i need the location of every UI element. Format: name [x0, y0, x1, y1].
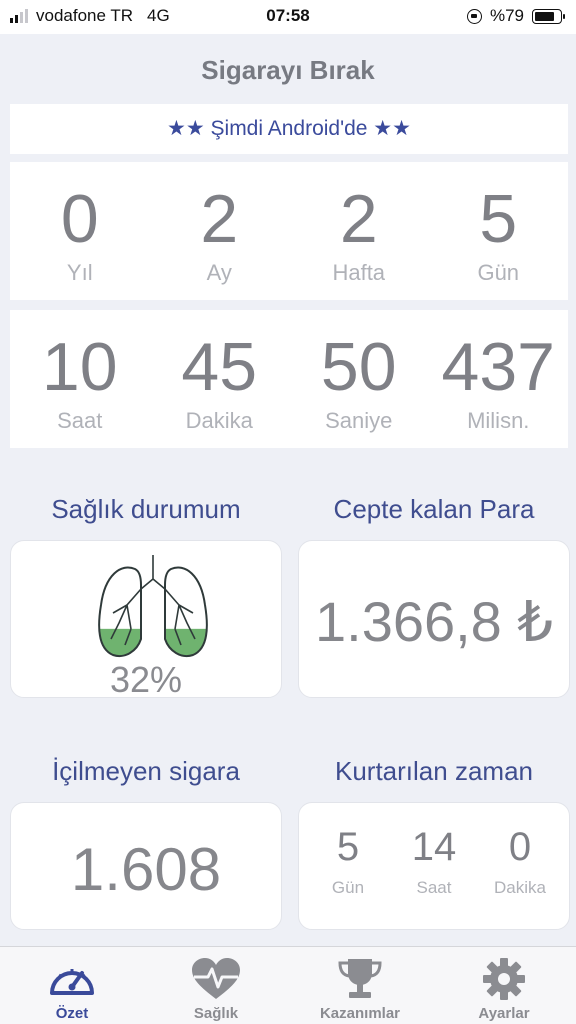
battery-percent: %79: [489, 6, 524, 25]
saved-label: Dakika: [494, 878, 546, 897]
elapsed-minutes: 45 Dakika: [150, 310, 290, 448]
tab-achievements[interactable]: Kazanımlar: [288, 947, 432, 1024]
elapsed-value: 45: [181, 329, 258, 405]
elapsed-value: 437: [441, 329, 555, 405]
elapsed-value: 2: [200, 181, 239, 257]
elapsed-label: Milisn.: [467, 408, 530, 433]
tab-bar: Özet Sağlık Kazanımlar Ayarlar: [0, 946, 576, 1024]
tab-label: Ayarlar: [478, 1005, 530, 1022]
time-saved-card[interactable]: 5 Gün 14 Saat 0 Dakika: [298, 802, 570, 930]
status-bar: vodafone TR 4G 07:58 %79: [0, 0, 576, 34]
money-amount: 1.366,8 ₺: [314, 590, 554, 653]
elapsed-seconds: 50 Saniye: [289, 310, 429, 448]
status-right: %79: [466, 6, 565, 26]
trophy-icon: [338, 959, 382, 998]
money-card[interactable]: 1.366,8 ₺: [298, 540, 570, 698]
saved-minutes: 0 Dakika: [477, 825, 563, 898]
page-title: Sigarayı Bırak: [0, 34, 576, 100]
rotation-lock-icon: [466, 8, 482, 24]
saved-days: 5 Gün: [305, 825, 391, 898]
elapsed-label: Dakika: [185, 408, 253, 433]
saved-value: 5: [336, 825, 360, 869]
cigarettes-count: 1.608: [70, 836, 222, 903]
cigarettes-card[interactable]: 1.608: [10, 802, 282, 930]
elapsed-value: 10: [41, 329, 118, 405]
saved-value: 14: [411, 825, 457, 869]
elapsed-milliseconds: 437 Milisn.: [429, 310, 569, 448]
gear-icon: [483, 958, 525, 1000]
tab-label: Sağlık: [193, 1005, 239, 1022]
elapsed-time-card-bottom: 10 Saat 45 Dakika 50 Saniye 437 Milisn.: [10, 310, 568, 448]
money-title: Cepte kalan Para: [333, 494, 535, 524]
elapsed-value: 50: [320, 329, 397, 405]
tab-health[interactable]: Sağlık: [144, 947, 288, 1024]
time-saved-title: Kurtarılan zaman: [335, 756, 533, 786]
battery-icon: [532, 8, 565, 24]
elapsed-weeks: 2 Hafta: [289, 162, 429, 300]
elapsed-value: 0: [60, 181, 99, 257]
elapsed-time-card-top: 0 Yıl 2 Ay 2 Hafta 5 Gün: [10, 162, 568, 300]
health-card[interactable]: 32%: [10, 540, 282, 700]
elapsed-label: Yıl: [66, 260, 93, 285]
elapsed-months: 2 Ay: [150, 162, 290, 300]
elapsed-label: Ay: [206, 260, 232, 285]
saved-label: Saat: [416, 878, 452, 897]
lungs-icon: [98, 555, 208, 657]
health-title: Sağlık durumum: [51, 494, 241, 524]
saved-label: Gün: [331, 878, 365, 897]
elapsed-years: 0 Yıl: [10, 162, 150, 300]
elapsed-label: Hafta: [332, 260, 386, 285]
elapsed-value: 2: [339, 181, 378, 257]
elapsed-hours: 10 Saat: [10, 310, 150, 448]
elapsed-label: Saniye: [325, 408, 393, 433]
cigarettes-title: İçilmeyen sigara: [52, 756, 240, 786]
tab-settings[interactable]: Ayarlar: [432, 947, 576, 1024]
tab-label: Kazanımlar: [319, 1005, 401, 1022]
elapsed-label: Gün: [477, 260, 520, 285]
elapsed-value: 5: [479, 181, 518, 257]
speedometer-icon: [50, 969, 94, 995]
android-promo-banner[interactable]: ★★ Şimdi Android'de ★★: [10, 104, 568, 154]
tab-summary[interactable]: Özet: [0, 947, 144, 1024]
tab-label: Özet: [55, 1005, 89, 1022]
saved-hours: 14 Saat: [391, 825, 477, 898]
heart-pulse-icon: [192, 958, 240, 999]
elapsed-days: 5 Gün: [429, 162, 569, 300]
saved-value: 0: [508, 825, 532, 869]
elapsed-label: Saat: [57, 408, 103, 433]
health-percent: 32%: [109, 659, 183, 700]
